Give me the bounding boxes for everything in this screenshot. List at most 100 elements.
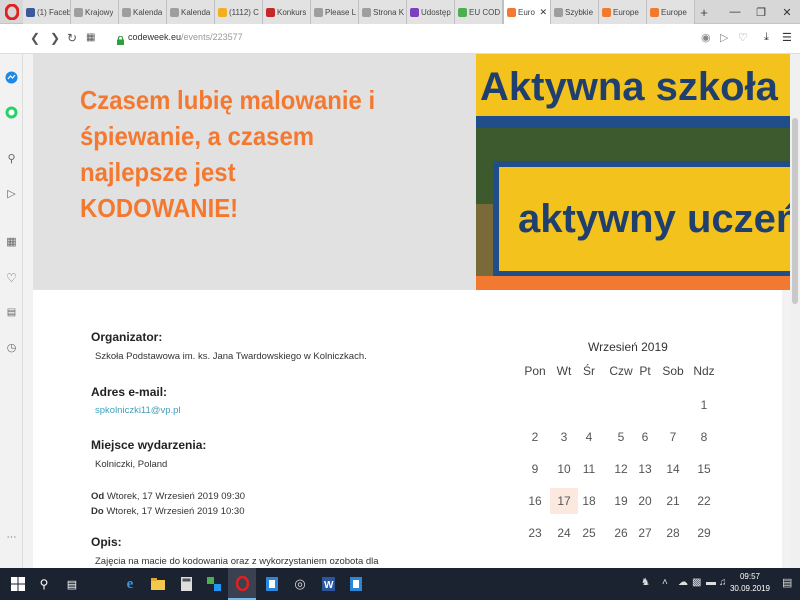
organizer-label: Organizator: [91,330,163,344]
browser-tab[interactable]: Please L [311,0,359,24]
whatsapp-icon[interactable] [4,105,19,120]
codeweek-icon [650,7,659,17]
speed-dial-icon[interactable]: ▦ [4,234,19,249]
forward-icon[interactable]: ❯ [50,31,60,45]
calendar-day[interactable]: 8 [690,424,718,450]
email-link[interactable]: spkolniczki11@vp.pl [95,405,181,416]
calendar-day[interactable]: 13 [631,456,659,482]
play-icon[interactable]: ▷ [720,31,728,44]
people-icon[interactable]: ♞ [641,577,650,588]
calendar-day[interactable]: 4 [575,424,603,450]
browser-tab[interactable]: Udostęp [407,0,455,24]
opera-logo-icon[interactable] [4,3,20,21]
document-app-icon-2[interactable] [342,568,370,600]
browser-tab[interactable]: EU COD [455,0,503,24]
scrollbar-thumb[interactable] [792,118,798,304]
bookmarks-icon[interactable]: ♡ [4,270,19,285]
calendar-day[interactable]: 2 [521,424,549,450]
app-icon[interactable] [200,568,228,600]
doc-icon [122,7,131,17]
new-tab-icon[interactable]: + [695,0,713,24]
calendar-day[interactable]: 20 [631,488,659,514]
calendar-day[interactable]: 14 [659,456,687,482]
browser-tab[interactable]: Konkurs [263,0,311,24]
heart-icon[interactable]: ♡ [738,31,748,44]
calendar-day[interactable]: 23 [521,520,549,546]
battery-icon[interactable]: ▬ [706,577,716,588]
calendar-day[interactable]: 22 [690,488,718,514]
calendar-day[interactable]: 9 [521,456,549,482]
calendar-day[interactable]: 15 [690,456,718,482]
edge-icon[interactable]: e [116,568,144,600]
sidebar: ⚲ ▷ ▦ ♡ ▤ ◷ ⋯ [0,54,23,568]
file-explorer-icon[interactable] [144,568,172,600]
calendar-weekday: Pt [639,364,651,378]
history-icon[interactable]: ◷ [4,340,19,355]
search-taskbar-icon[interactable]: ⚲ [30,568,58,600]
network-icon[interactable]: ▩ [692,577,701,588]
more-icon[interactable]: ⋯ [4,530,19,545]
calendar-day[interactable]: 18 [575,488,603,514]
calendar-day[interactable]: 1 [690,392,718,418]
calendar-day[interactable]: 6 [631,424,659,450]
calendar-day[interactable]: 21 [659,488,687,514]
page-scrollbar[interactable] [790,54,800,568]
word-icon[interactable]: W [314,568,342,600]
calendar-day[interactable]: 3 [550,424,578,450]
document-app-icon[interactable] [258,568,286,600]
browser-tab[interactable]: Europe [599,0,647,24]
media-icon[interactable]: ◎ [286,568,314,600]
close-tab-icon[interactable]: ✕ [539,7,547,18]
tab-title: Kalenda [133,7,163,17]
browser-tab[interactable]: Kalenda [119,0,167,24]
task-view-icon[interactable]: ▤ [58,568,86,600]
tab-title: Strona K [373,7,405,17]
doc-icon [74,7,83,17]
browser-tab[interactable]: Euro ✕ [503,0,551,24]
calculator-icon[interactable] [172,568,200,600]
calendar-day[interactable]: 7 [659,424,687,450]
address-bar: ❮ ❯ ↻ ▦ codeweek.eu/events/223577 ◉ ▷ ♡ … [0,24,800,54]
news-icon[interactable]: ▤ [4,305,19,320]
calendar-day[interactable]: 16 [521,488,549,514]
back-icon[interactable]: ❮ [30,31,40,45]
search-icon[interactable]: ⚲ [4,151,19,166]
camera-icon[interactable]: ◉ [701,31,711,44]
browser-tab[interactable]: Europe [647,0,695,24]
browser-tab[interactable]: (1) Faceb [23,0,71,24]
svg-text:W: W [324,580,334,591]
tab-title: Udostęp [421,7,451,17]
browser-tab[interactable]: Krajowy [71,0,119,24]
calendar-day[interactable]: 11 [575,456,603,482]
calendar-weekday: Ndz [693,364,715,378]
windows-start-icon[interactable] [4,568,32,600]
calendar-day[interactable]: 25 [575,520,603,546]
browser-tab[interactable]: Szybkie [551,0,599,24]
browser-tab[interactable]: Kalenda [167,0,215,24]
calendar-day[interactable]: 28 [659,520,687,546]
calendar-day[interactable]: 24 [550,520,578,546]
opera-taskbar-icon[interactable] [228,568,256,600]
reload-icon[interactable]: ↻ [67,31,77,45]
calendar-day[interactable]: 10 [550,456,578,482]
menu-icon[interactable]: ☰ [782,31,792,44]
send-icon[interactable]: ▷ [4,186,19,201]
onedrive-icon[interactable]: ☁ [678,577,688,588]
tiles-icon[interactable]: ▦ [86,32,95,43]
close-window-icon[interactable]: ✕ [774,0,800,24]
url-field[interactable]: codeweek.eu/events/223577 [128,32,243,42]
browser-tab[interactable]: (1112) C [215,0,263,24]
restore-icon[interactable]: ❐ [748,0,774,24]
download-icon[interactable]: ⤓ [764,31,769,44]
volume-icon[interactable]: ♫ [719,577,727,588]
messenger-icon[interactable] [4,70,19,85]
system-clock[interactable]: 09:57 30.09.2019 [730,571,770,595]
calendar-day[interactable]: 27 [631,520,659,546]
notifications-icon[interactable]: ▤ [782,576,792,589]
calendar-day[interactable]: 17 [550,488,578,514]
minimize-icon[interactable]: — [722,0,748,24]
calendar-day[interactable]: 29 [690,520,718,546]
tray-arrow-icon[interactable]: ˄ [662,577,668,588]
lock-icon [117,32,124,50]
browser-tab[interactable]: Strona K [359,0,407,24]
